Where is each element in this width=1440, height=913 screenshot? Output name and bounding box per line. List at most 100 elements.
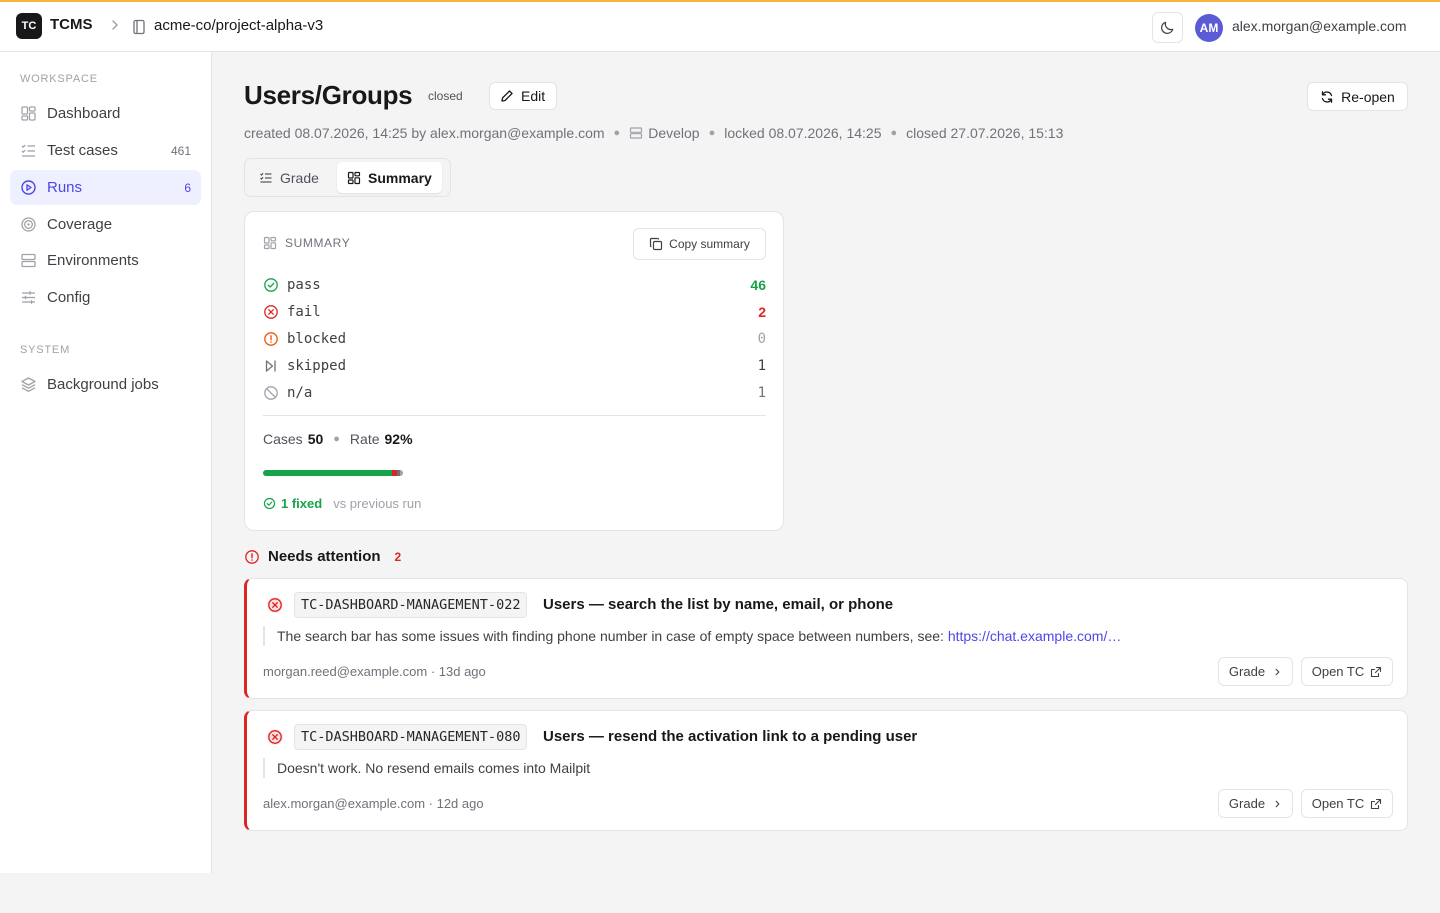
rate-label: Rate [349, 431, 380, 447]
play-circle-icon [20, 179, 37, 196]
fixed-suffix: vs previous run [333, 496, 422, 511]
run-meta: created 08.07.2026, 14:25 by alex.morgan… [244, 125, 1063, 141]
sidebar-item-label: Dashboard [47, 105, 121, 122]
stat-value: 1 [757, 385, 766, 401]
view-tabs: Grade Summary [244, 158, 451, 197]
refresh-icon [1320, 90, 1334, 104]
alert-circle-icon [244, 549, 260, 565]
test-case-title[interactable]: Users — search the list by name, email, … [543, 596, 893, 613]
check-circle-icon [263, 497, 276, 510]
fixed-indicator: 1 fixed vs previous run [263, 496, 421, 511]
reopen-button-label: Re-open [1341, 88, 1395, 105]
stat-row-blocked: blocked 0 [263, 329, 766, 349]
reopen-button[interactable]: Re-open [1307, 82, 1408, 111]
status-badge: closed [419, 85, 472, 107]
failure-comment: The search bar has some issues with find… [263, 626, 1121, 646]
edit-button[interactable]: Edit [489, 82, 558, 110]
list-check-icon [259, 171, 273, 185]
top-bar: TC TCMS acme-co/project-alpha-v3 AM alex… [0, 0, 1440, 52]
app-name[interactable]: TCMS [50, 16, 93, 33]
stat-row-na: n/a 1 [263, 383, 766, 403]
sidebar-item-label: Coverage [47, 216, 113, 233]
stat-name: skipped [287, 358, 347, 374]
divider [263, 415, 766, 416]
server-icon [629, 126, 643, 140]
avatar[interactable]: AM [1195, 14, 1223, 42]
attention-item: TC-DASHBOARD-MANAGEMENT-080 Users — rese… [244, 710, 1408, 831]
meta-locked: locked 08.07.2026, 14:25 [724, 125, 882, 141]
stat-value: 46 [750, 277, 766, 293]
server-icon [20, 252, 37, 269]
grade-button[interactable]: Grade [1218, 789, 1293, 818]
separator: ● [333, 433, 340, 445]
tab-label: Summary [368, 169, 432, 186]
meta-closed: closed 27.07.2026, 15:13 [906, 125, 1064, 141]
grade-button-label: Grade [1228, 664, 1266, 679]
stat-value: 2 [758, 304, 766, 320]
sidebar-item-label: Environments [47, 252, 139, 269]
moon-icon [1160, 20, 1175, 35]
layers-icon [20, 376, 37, 393]
target-icon [20, 216, 37, 233]
sidebar: WORKSPACE Dashboard Test cases 461 Runs … [0, 52, 212, 873]
tab-summary[interactable]: Summary [337, 162, 442, 193]
sidebar-item-runs[interactable]: Runs 6 [10, 170, 201, 205]
sidebar-item-background-jobs[interactable]: Background jobs [10, 367, 201, 402]
attention-item: TC-DASHBOARD-MANAGEMENT-022 Users — sear… [244, 578, 1408, 699]
summary-totals: Cases 50 ● Rate 92% [263, 431, 413, 447]
rate-value: 92% [384, 431, 413, 447]
skip-icon [263, 358, 279, 374]
app-logo[interactable]: TC [16, 13, 42, 39]
open-tc-label: Open TC [1311, 796, 1365, 811]
sidebar-item-count: 461 [170, 143, 191, 158]
open-tc-button[interactable]: Open TC [1301, 789, 1393, 818]
separator: ● [708, 127, 716, 139]
needs-attention-heading: Needs attention 2 [244, 548, 401, 565]
chevron-right-icon [1273, 799, 1282, 809]
sidebar-item-label: Config [47, 289, 91, 306]
test-case-id[interactable]: TC-DASHBOARD-MANAGEMENT-022 [294, 592, 528, 618]
progress-segment-pass [263, 470, 392, 476]
grade-button[interactable]: Grade [1218, 657, 1293, 686]
pencil-icon [500, 89, 514, 103]
failure-comment: Doesn't work. No resend emails comes int… [263, 758, 590, 778]
comment-text: Doesn't work. No resend emails comes int… [277, 760, 591, 776]
sidebar-item-config[interactable]: Config [10, 280, 201, 315]
sidebar-item-dashboard[interactable]: Dashboard [10, 96, 201, 131]
theme-toggle-button[interactable] [1152, 12, 1183, 43]
sliders-icon [20, 289, 37, 306]
dashboard-icon [20, 105, 37, 122]
comment-text: The search bar has some issues with find… [277, 628, 948, 644]
check-circle-icon [263, 277, 279, 293]
sidebar-item-environments[interactable]: Environments [10, 243, 201, 278]
tab-label: Grade [280, 169, 319, 186]
stat-name: blocked [287, 331, 347, 347]
ban-icon [263, 385, 279, 401]
tab-grade[interactable]: Grade [249, 162, 329, 193]
test-case-title[interactable]: Users — resend the activation link to a … [543, 728, 917, 745]
comment-link[interactable]: https://chat.example.com/… [948, 628, 1122, 644]
breadcrumb-project[interactable]: acme-co/project-alpha-v3 [154, 17, 323, 34]
cases-value: 50 [307, 431, 324, 447]
external-link-icon [1370, 798, 1382, 810]
edit-button-label: Edit [521, 88, 546, 104]
sidebar-item-coverage[interactable]: Coverage [10, 207, 201, 242]
summary-heading: SUMMARY [263, 236, 350, 250]
separator: ● [890, 127, 898, 139]
sidebar-item-count: 6 [184, 180, 191, 195]
copy-summary-button[interactable]: Copy summary [633, 228, 766, 260]
copy-summary-label: Copy summary [669, 237, 750, 251]
meta-environment[interactable]: Develop [648, 125, 699, 141]
dashboard-icon [347, 171, 361, 185]
stat-name: n/a [287, 385, 313, 401]
stat-row-skipped: skipped 1 [263, 356, 766, 376]
sidebar-item-label: Test cases [47, 142, 118, 159]
needs-attention-count: 2 [394, 549, 402, 564]
x-circle-icon [266, 728, 284, 746]
summary-label: SUMMARY [285, 236, 351, 250]
user-email[interactable]: alex.morgan@example.com [1232, 18, 1407, 34]
test-case-id[interactable]: TC-DASHBOARD-MANAGEMENT-080 [294, 724, 528, 750]
sidebar-item-test-cases[interactable]: Test cases 461 [10, 133, 201, 168]
result-progress-bar [263, 470, 403, 476]
open-tc-button[interactable]: Open TC [1301, 657, 1393, 686]
